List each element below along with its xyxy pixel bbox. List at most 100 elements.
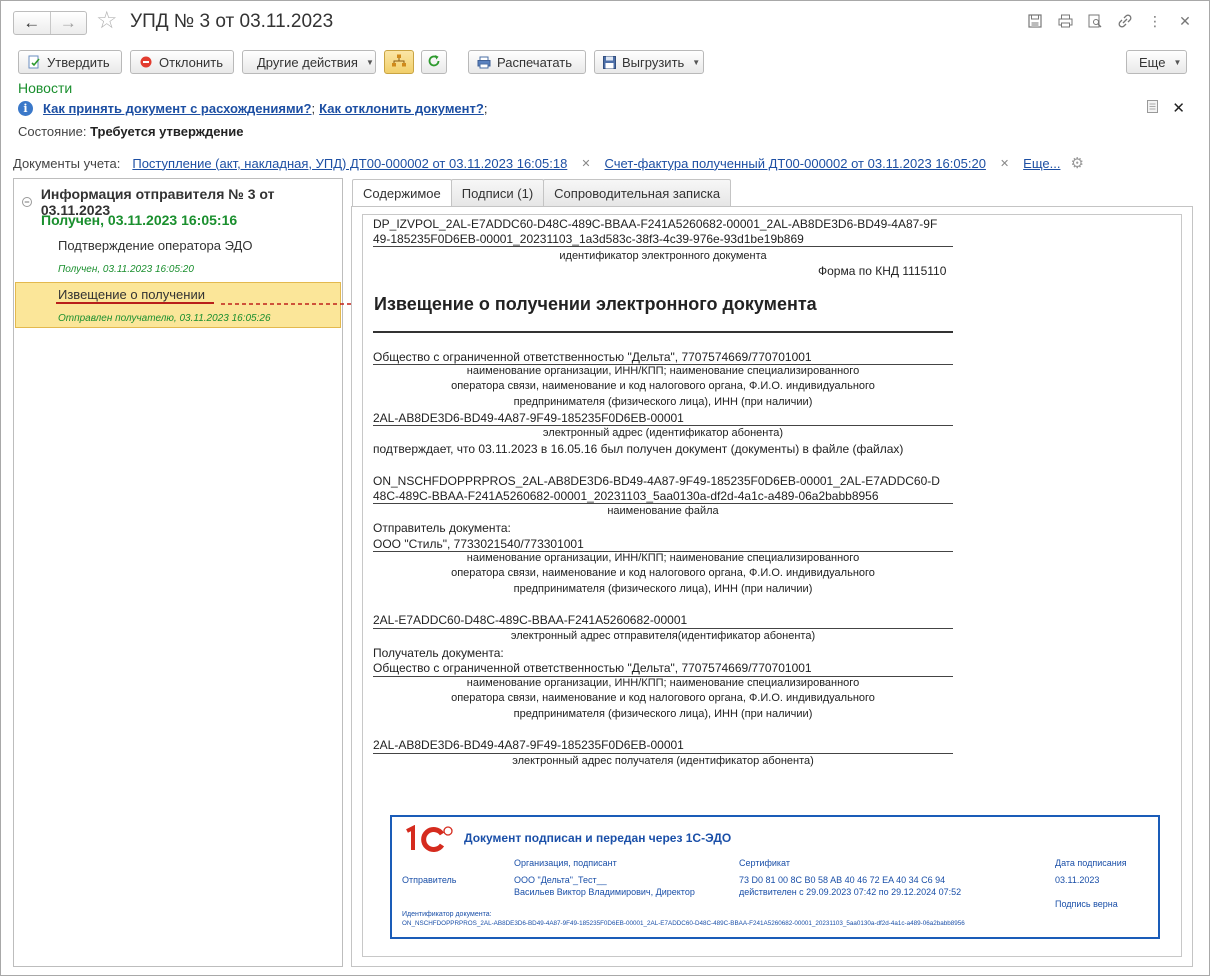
tab-signatures[interactable]: Подписи (1) bbox=[450, 179, 545, 206]
file-name-line1: ON_NSCHFDOPPRPROS_2AL-AB8DE3D6-BD49-4A87… bbox=[373, 474, 940, 488]
refresh-button[interactable] bbox=[421, 50, 447, 74]
help-link-reject[interactable]: Как отклонить документ? bbox=[319, 101, 484, 116]
info-icon: i bbox=[18, 101, 33, 116]
tab-content[interactable]: Содержимое bbox=[352, 179, 452, 207]
stamp-docid-label: Идентификатор документа: bbox=[402, 911, 492, 918]
sender-address: 2AL-E7ADDC60-D48C-489C-BBAA-F241A5260682… bbox=[373, 613, 688, 627]
state-line: Состояние: Требуется утверждение bbox=[18, 124, 244, 139]
approve-button[interactable]: Утвердить bbox=[18, 50, 122, 74]
signature-stamp: Документ подписан и передан через 1С-ЭДО… bbox=[390, 815, 1160, 939]
export-button[interactable]: Выгрузить ▼ bbox=[594, 50, 704, 74]
stamp-docid: ON_NSCHFDOPPRPROS_2AL-AB8DE3D6-BD49-4A87… bbox=[402, 920, 965, 927]
tab-cover-note[interactable]: Сопроводительная записка bbox=[543, 179, 732, 206]
settings-gear-icon[interactable]: ⚙ bbox=[1070, 154, 1083, 172]
tree-item-operator-confirmation[interactable]: Подтверждение оператора ЭДО bbox=[58, 238, 252, 253]
recipient-name: Общество с ограниченной ответственностью… bbox=[373, 661, 812, 675]
structure-button[interactable] bbox=[384, 50, 414, 74]
tree-item-receipt-notice-status: Отправлен получателю, 03.11.2023 16:05:2… bbox=[58, 313, 271, 324]
accounting-documents: Документы учета: Поступление (акт, накла… bbox=[13, 154, 1084, 172]
forward-arrow-icon[interactable]: → bbox=[49, 12, 87, 34]
document-icon[interactable] bbox=[1147, 100, 1159, 116]
other-actions-label: Другие действия bbox=[257, 54, 358, 70]
stamp-valid: действителен с 29.09.2023 07:42 по 29.12… bbox=[739, 887, 962, 897]
reject-button[interactable]: Отклонить bbox=[130, 50, 234, 74]
stamp-sig-ok: Подпись верна bbox=[1055, 899, 1118, 909]
collapse-icon[interactable]: − bbox=[22, 197, 32, 207]
more-button[interactable]: Еще ▼ bbox=[1126, 50, 1187, 74]
stamp-title: Документ подписан и передан через 1С-ЭДО bbox=[464, 831, 732, 845]
caption: предпринимателя (физического лица), ИНН … bbox=[513, 396, 813, 408]
more-docs-link[interactable]: Еще... bbox=[1023, 156, 1060, 171]
rule bbox=[373, 628, 953, 629]
remove-invoice-icon[interactable]: ✕ bbox=[1000, 157, 1009, 170]
docs-label: Документы учета: bbox=[13, 155, 121, 171]
refresh-icon bbox=[427, 54, 441, 71]
content-panel: DP_IZVPOL_2AL-E7ADDC60-D48C-489C-BBAA-F2… bbox=[351, 206, 1193, 967]
hierarchy-icon bbox=[391, 54, 407, 71]
print-label: Распечатать bbox=[497, 54, 573, 70]
separator: ; bbox=[311, 101, 316, 116]
help-link-accept-discrepancies[interactable]: Как принять документ с расхождениями? bbox=[43, 101, 312, 116]
caption: предпринимателя (физического лица), ИНН … bbox=[513, 708, 813, 720]
toolbar: Утвердить Отклонить Другие действия ▼ Ра… bbox=[18, 50, 1188, 74]
document-print-form: DP_IZVPOL_2AL-E7ADDC60-D48C-489C-BBAA-F2… bbox=[362, 214, 1182, 957]
reject-icon bbox=[139, 55, 153, 69]
caption: наименование организации, ИНН/КПП; наиме… bbox=[466, 365, 860, 377]
invoice-doc-link[interactable]: Счет-фактура полученный ДТ00-000002 от 0… bbox=[605, 156, 986, 171]
chevron-down-icon: ▼ bbox=[365, 57, 374, 67]
state-label: Состояние: bbox=[18, 124, 87, 139]
help-links: i Как принять документ с расхождениями? … bbox=[18, 101, 491, 116]
more-vertical-icon[interactable]: ⋮ bbox=[1147, 13, 1163, 29]
close-news-icon[interactable]: ✕ bbox=[1172, 99, 1185, 117]
print-button[interactable]: Распечатать bbox=[468, 50, 586, 74]
sender-label: Отправитель документа: bbox=[373, 521, 511, 535]
window-controls: ⋮ ✕ bbox=[1027, 13, 1193, 29]
org-address: 2AL-AB8DE3D6-BD49-4A87-9F49-185235F0D6EB… bbox=[373, 411, 684, 425]
caption: электронный адрес отправителя(идентифика… bbox=[510, 630, 816, 642]
stamp-date: 03.11.2023 bbox=[1055, 875, 1100, 885]
caption: предпринимателя (физического лица), ИНН … bbox=[513, 583, 813, 595]
tree-item-operator-confirmation-status: Получен, 03.11.2023 16:05:20 bbox=[58, 264, 194, 275]
news-controls: ✕ bbox=[1147, 99, 1185, 117]
back-arrow-icon[interactable]: ← bbox=[14, 12, 50, 34]
caption: наименование организации, ИНН/КПП; наиме… bbox=[466, 677, 860, 689]
caption: электронный адрес (идентификатор абонент… bbox=[542, 427, 784, 439]
close-icon[interactable]: ✕ bbox=[1177, 13, 1193, 29]
stamp-cert: 73 D0 81 00 8C B0 58 AB 40 46 72 EA 40 3… bbox=[739, 875, 946, 885]
recipient-label: Получатель документа: bbox=[373, 646, 504, 660]
window-title: УПД № 3 от 03.11.2023 bbox=[130, 11, 334, 32]
separator: ; bbox=[483, 101, 488, 116]
other-actions-button[interactable]: Другие действия ▼ bbox=[242, 50, 376, 74]
chevron-down-icon: ▼ bbox=[692, 57, 701, 67]
favorite-star-icon[interactable]: ☆ bbox=[96, 9, 118, 33]
rule bbox=[373, 753, 953, 754]
reject-label: Отклонить bbox=[159, 54, 224, 70]
printer-icon bbox=[477, 55, 491, 69]
rule bbox=[373, 246, 953, 247]
state-value: Требуется утверждение bbox=[90, 124, 244, 139]
save-disk-icon[interactable] bbox=[1027, 13, 1043, 29]
rule bbox=[373, 503, 953, 504]
doc-id-line2: 49-185235F0D6EB-00001_20231103_1a3d583c-… bbox=[373, 232, 804, 246]
annotation-underline bbox=[56, 302, 214, 304]
link-icon[interactable] bbox=[1117, 13, 1133, 29]
rule bbox=[373, 425, 953, 426]
rule-thick bbox=[373, 331, 953, 333]
sender-name: ООО "Стиль", 7733021540/773301001 bbox=[373, 537, 584, 551]
remove-receipt-icon[interactable]: ✕ bbox=[581, 157, 590, 170]
tree-item-receipt-notice[interactable]: Извещение о получении bbox=[58, 287, 205, 302]
news-link[interactable]: Новости bbox=[18, 80, 72, 96]
print-icon[interactable] bbox=[1057, 13, 1073, 29]
tree-status-received: Получен, 03.11.2023 16:05:16 bbox=[41, 212, 238, 228]
tab-bar: Содержимое Подписи (1) Сопроводительная … bbox=[352, 179, 732, 207]
org-name: Общество с ограниченной ответственностью… bbox=[373, 350, 812, 364]
export-disk-icon bbox=[603, 55, 616, 69]
receipt-doc-link[interactable]: Поступление (акт, накладная, УПД) ДТ00-0… bbox=[132, 156, 567, 171]
export-label: Выгрузить bbox=[622, 54, 685, 70]
1c-logo-icon bbox=[406, 825, 453, 852]
doc-id-line1: DP_IZVPOL_2AL-E7ADDC60-D48C-489C-BBAA-F2… bbox=[373, 217, 938, 231]
more-label: Еще bbox=[1139, 54, 1166, 70]
caption: наименование файла bbox=[607, 505, 719, 517]
title-bar: ← → ☆ УПД № 3 от 03.11.2023 ⋮ ✕ bbox=[1, 1, 1209, 43]
preview-icon[interactable] bbox=[1087, 13, 1103, 29]
